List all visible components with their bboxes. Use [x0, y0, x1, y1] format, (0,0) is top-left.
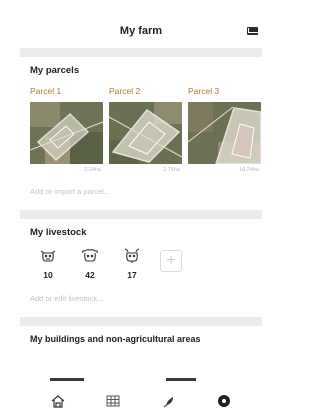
- buildings-section-title: My buildings and non-agricultural areas: [30, 334, 201, 344]
- livestock-count: 10: [43, 270, 53, 280]
- mail-icon[interactable]: [247, 27, 258, 35]
- tab-settings[interactable]: [209, 390, 239, 412]
- livestock-item-goat[interactable]: 17: [118, 248, 146, 280]
- parcel-map-thumbnail: [188, 102, 261, 164]
- parcels-section: My parcels Parcel 1 2.24ha Parcel 2 2.75…: [20, 57, 262, 196]
- app-header: My farm: [20, 14, 262, 48]
- settings-icon: [218, 395, 231, 407]
- calendar-grid-icon: [106, 395, 120, 407]
- parcel-map-thumbnail: [30, 102, 103, 164]
- section-divider: [20, 48, 262, 57]
- livestock-section: My livestock 10 42 17 + Add or edit live…: [20, 219, 262, 303]
- add-livestock-button[interactable]: +: [160, 250, 182, 272]
- parcel-name: Parcel 2: [109, 86, 141, 96]
- goat-icon: [124, 248, 140, 263]
- tab-crops[interactable]: [154, 390, 184, 412]
- parcel-list: Parcel 1 2.24ha Parcel 2 2.75ha Parcel 3…: [30, 86, 262, 173]
- parcel-card[interactable]: Parcel 1 2.24ha: [30, 86, 103, 173]
- sheep-icon: [82, 249, 98, 262]
- section-divider: [20, 210, 262, 219]
- edit-livestock-link[interactable]: Add or edit livestock...: [30, 294, 252, 303]
- parcel-card[interactable]: Parcel 2 2.75ha: [109, 86, 182, 173]
- livestock-count: 17: [127, 270, 137, 280]
- plant-icon: [163, 397, 173, 408]
- livestock-count: 42: [85, 270, 95, 280]
- section-divider: [20, 317, 262, 326]
- parcel-area: 2.75ha: [163, 167, 180, 173]
- status-bar: [20, 0, 262, 14]
- parcel-map-thumbnail: [109, 102, 182, 164]
- farm-home-icon: [51, 395, 65, 408]
- tab-farm[interactable]: [43, 390, 73, 412]
- parcels-section-title: My parcels: [30, 65, 80, 76]
- add-parcel-link[interactable]: Add or import a parcel...: [30, 187, 252, 196]
- parcel-card[interactable]: Parcel 3 10.24ha: [188, 86, 261, 173]
- app-screen: My farm My parcels Parcel 1 2.24ha Parce…: [20, 0, 262, 414]
- tab-calendar[interactable]: [98, 390, 128, 412]
- bottom-tab-bar: [20, 388, 262, 414]
- buildings-thumbnails: [50, 378, 210, 382]
- parcel-area: 10.24ha: [239, 167, 259, 173]
- livestock-section-title: My livestock: [30, 227, 87, 238]
- livestock-item-cow[interactable]: 10: [34, 248, 62, 280]
- cow-icon: [40, 250, 56, 262]
- parcel-name: Parcel 1: [30, 86, 62, 96]
- livestock-item-sheep[interactable]: 42: [76, 248, 104, 280]
- parcel-area: 2.24ha: [84, 167, 101, 173]
- livestock-list: 10 42 17 +: [30, 248, 252, 280]
- parcel-name: Parcel 3: [188, 86, 220, 96]
- page-title: My farm: [119, 25, 163, 37]
